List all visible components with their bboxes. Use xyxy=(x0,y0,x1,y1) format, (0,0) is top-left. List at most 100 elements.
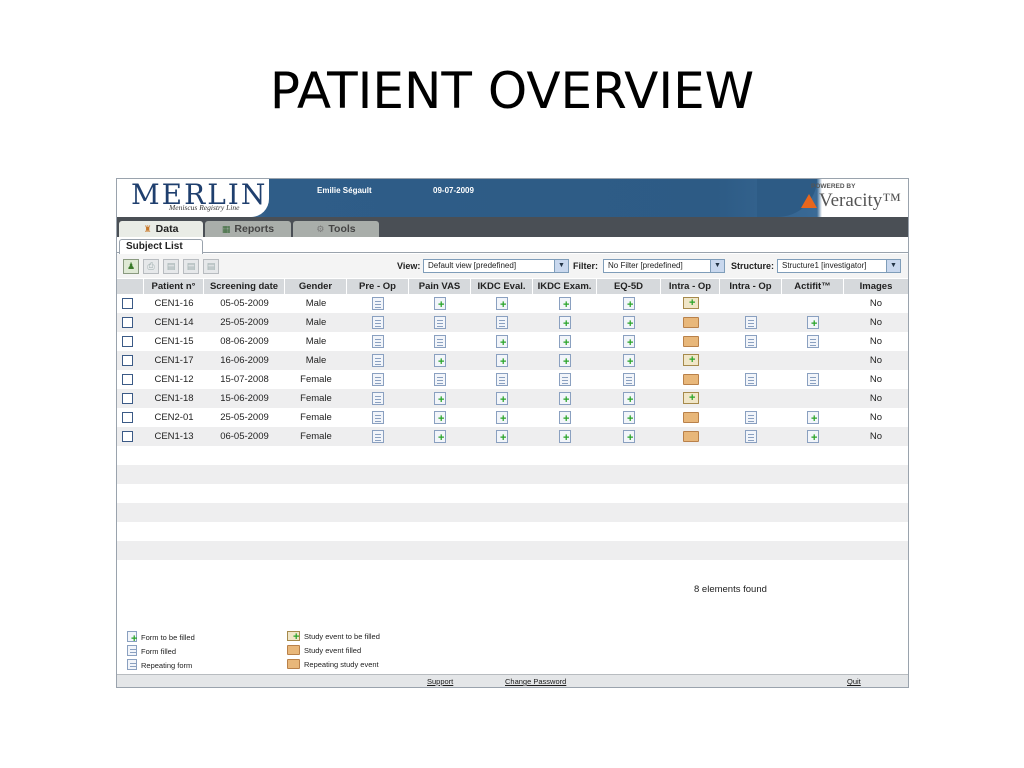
header-images[interactable]: Images xyxy=(844,279,908,294)
change-password-link[interactable]: Change Password xyxy=(505,677,566,686)
form-to-be-filled-icon[interactable] xyxy=(434,411,446,425)
filter-select[interactable]: No Filter [predefined] ▼ xyxy=(603,259,725,273)
header-pre-op[interactable]: Pre - Op xyxy=(347,279,409,294)
patient-id-cell[interactable]: CEN2-01 xyxy=(144,408,204,427)
tab-subject-list[interactable]: Subject List xyxy=(119,239,203,254)
form-filled-icon[interactable] xyxy=(372,430,384,443)
study-event-to-be-filled-icon[interactable] xyxy=(683,297,699,309)
patient-id-cell[interactable]: CEN1-17 xyxy=(144,351,204,370)
patient-id-cell[interactable]: CEN1-13 xyxy=(144,427,204,446)
form-to-be-filled-icon[interactable] xyxy=(496,297,508,311)
structure-select[interactable]: Structure1 [investigator] ▼ xyxy=(777,259,901,273)
form-to-be-filled-icon[interactable] xyxy=(496,411,508,425)
form-filled-icon[interactable] xyxy=(372,411,384,424)
form-filled-icon[interactable] xyxy=(496,316,508,329)
form-to-be-filled-icon[interactable] xyxy=(623,411,635,425)
form-to-be-filled-icon[interactable] xyxy=(559,316,571,330)
table-row[interactable]: CEN1-15 08-06-2009 Male No xyxy=(117,332,908,351)
form-to-be-filled-icon[interactable] xyxy=(496,335,508,349)
form-filled-icon[interactable] xyxy=(372,335,384,348)
form-to-be-filled-icon[interactable] xyxy=(434,430,446,444)
row-checkbox[interactable] xyxy=(122,412,133,423)
print-button[interactable]: ⎙ xyxy=(143,259,159,274)
export-report-button[interactable]: ▤ xyxy=(203,259,219,274)
form-filled-icon[interactable] xyxy=(745,373,757,386)
table-row[interactable]: CEN1-12 15-07-2008 Female No xyxy=(117,370,908,389)
header-eq-5d[interactable]: EQ-5D xyxy=(597,279,661,294)
header-pain-vas[interactable]: Pain VAS xyxy=(409,279,471,294)
study-event-to-be-filled-icon[interactable] xyxy=(683,392,699,404)
form-filled-icon[interactable] xyxy=(807,373,819,386)
table-row[interactable]: CEN1-13 06-05-2009 Female No xyxy=(117,427,908,446)
form-filled-icon[interactable] xyxy=(559,373,571,386)
patient-id-cell[interactable]: CEN1-18 xyxy=(144,389,204,408)
patient-id-cell[interactable]: CEN1-16 xyxy=(144,294,204,313)
header-patient[interactable]: Patient n° xyxy=(144,279,204,294)
tab-reports[interactable]: ▦ Reports xyxy=(205,221,291,237)
form-to-be-filled-icon[interactable] xyxy=(623,297,635,311)
header-ikdc-eval[interactable]: IKDC Eval. xyxy=(471,279,533,294)
form-filled-icon[interactable] xyxy=(745,316,757,329)
form-to-be-filled-icon[interactable] xyxy=(434,392,446,406)
patient-id-cell[interactable]: CEN1-12 xyxy=(144,370,204,389)
form-filled-icon[interactable] xyxy=(434,335,446,348)
add-subject-button[interactable]: ♟ xyxy=(123,259,139,274)
tab-data[interactable]: ♜ Data xyxy=(119,221,203,237)
study-event-filled-icon[interactable] xyxy=(683,431,699,442)
table-row[interactable]: CEN1-14 25-05-2009 Male No xyxy=(117,313,908,332)
study-event-filled-icon[interactable] xyxy=(683,317,699,328)
header-gender[interactable]: Gender xyxy=(285,279,347,294)
form-to-be-filled-icon[interactable] xyxy=(496,430,508,444)
row-checkbox[interactable] xyxy=(122,355,133,366)
header-intra-op-2[interactable]: Intra - Op xyxy=(720,279,782,294)
form-filled-icon[interactable] xyxy=(807,335,819,348)
form-to-be-filled-icon[interactable] xyxy=(559,354,571,368)
form-filled-icon[interactable] xyxy=(372,373,384,386)
form-to-be-filled-icon[interactable] xyxy=(496,392,508,406)
table-row[interactable]: CEN1-18 15-06-2009 Female No xyxy=(117,389,908,408)
form-to-be-filled-icon[interactable] xyxy=(559,430,571,444)
form-to-be-filled-icon[interactable] xyxy=(623,316,635,330)
row-checkbox[interactable] xyxy=(122,393,133,404)
form-to-be-filled-icon[interactable] xyxy=(434,297,446,311)
form-to-be-filled-icon[interactable] xyxy=(623,430,635,444)
form-filled-icon[interactable] xyxy=(372,392,384,405)
form-to-be-filled-icon[interactable] xyxy=(559,411,571,425)
form-filled-icon[interactable] xyxy=(745,335,757,348)
form-to-be-filled-icon[interactable] xyxy=(807,430,819,444)
form-to-be-filled-icon[interactable] xyxy=(559,335,571,349)
study-event-to-be-filled-icon[interactable] xyxy=(683,354,699,366)
form-filled-icon[interactable] xyxy=(434,316,446,329)
support-link[interactable]: Support xyxy=(427,677,453,686)
form-filled-icon[interactable] xyxy=(496,373,508,386)
study-event-filled-icon[interactable] xyxy=(683,336,699,347)
form-to-be-filled-icon[interactable] xyxy=(434,354,446,368)
row-checkbox[interactable] xyxy=(122,298,133,309)
study-event-filled-icon[interactable] xyxy=(683,374,699,385)
form-to-be-filled-icon[interactable] xyxy=(623,354,635,368)
tab-tools[interactable]: ⚙ Tools xyxy=(293,221,379,237)
form-filled-icon[interactable] xyxy=(372,354,384,367)
table-row[interactable]: CEN2-01 25-05-2009 Female No xyxy=(117,408,908,427)
export-excel-button[interactable]: ▤ xyxy=(163,259,179,274)
form-to-be-filled-icon[interactable] xyxy=(559,392,571,406)
row-checkbox[interactable] xyxy=(122,431,133,442)
header-ikdc-exam[interactable]: IKDC Exam. xyxy=(533,279,597,294)
form-filled-icon[interactable] xyxy=(372,297,384,310)
form-to-be-filled-icon[interactable] xyxy=(496,354,508,368)
study-event-filled-icon[interactable] xyxy=(683,412,699,423)
table-row[interactable]: CEN1-17 16-06-2009 Male No xyxy=(117,351,908,370)
patient-id-cell[interactable]: CEN1-15 xyxy=(144,332,204,351)
form-to-be-filled-icon[interactable] xyxy=(623,392,635,406)
form-to-be-filled-icon[interactable] xyxy=(807,411,819,425)
form-filled-icon[interactable] xyxy=(745,411,757,424)
view-select[interactable]: Default view [predefined] ▼ xyxy=(423,259,569,273)
row-checkbox[interactable] xyxy=(122,317,133,328)
export-data-button[interactable]: ▤ xyxy=(183,259,199,274)
row-checkbox[interactable] xyxy=(122,374,133,385)
quit-link[interactable]: Quit xyxy=(847,677,861,686)
header-actifit[interactable]: Actifit™ xyxy=(782,279,844,294)
form-to-be-filled-icon[interactable] xyxy=(807,316,819,330)
form-filled-icon[interactable] xyxy=(623,373,635,386)
form-to-be-filled-icon[interactable] xyxy=(559,297,571,311)
